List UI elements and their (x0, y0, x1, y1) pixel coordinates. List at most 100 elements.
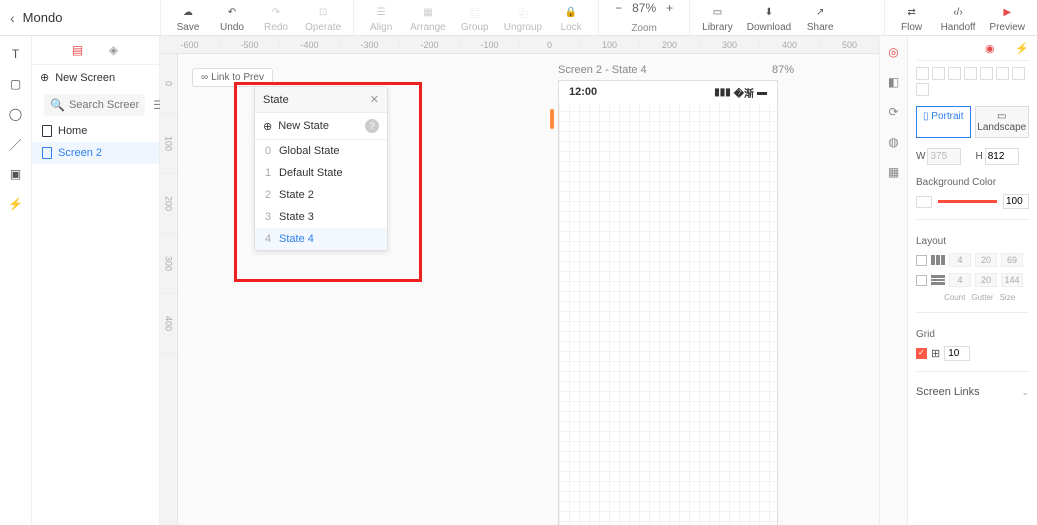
group-icon: ⿴ (467, 4, 483, 20)
canvas[interactable]: -600-500-400-300-200-1000100200300400500… (160, 36, 879, 525)
circle-tool[interactable]: ◯ (8, 106, 24, 122)
save-button[interactable]: ☁Save (173, 2, 203, 33)
artboard-height-indicator[interactable] (550, 109, 554, 129)
distribute-v-icon[interactable] (916, 83, 929, 96)
lock-button[interactable]: 🔒Lock (556, 2, 586, 33)
new-state-button[interactable]: ⊕New State? (255, 113, 387, 140)
align-left-icon[interactable] (916, 67, 929, 80)
cols-count[interactable] (949, 253, 971, 267)
download-button[interactable]: ⬇Download (747, 2, 791, 33)
rows-checkbox[interactable] (916, 275, 927, 286)
height-input[interactable] (985, 148, 1019, 165)
rows-count[interactable] (949, 273, 971, 287)
opacity-slider[interactable] (938, 200, 997, 203)
rows-gutter[interactable] (975, 273, 997, 287)
horizontal-ruler: -600-500-400-300-200-1000100200300400500 (160, 36, 879, 54)
handoff-icon: ‹/› (950, 4, 966, 20)
flow-icon: ⇄ (904, 4, 920, 20)
refresh-icon[interactable]: ⟳ (886, 104, 902, 120)
image-tool[interactable]: ▣ (8, 166, 24, 182)
group-button[interactable]: ⿴Group (460, 2, 490, 33)
grid-size-input[interactable] (944, 346, 970, 361)
align-right-icon[interactable] (948, 67, 961, 80)
handoff-button[interactable]: ‹/›Handoff (941, 2, 976, 33)
search-icon: 🔍 (50, 98, 65, 112)
columns-checkbox[interactable] (916, 255, 927, 266)
template-icon[interactable]: ▦ (886, 164, 902, 180)
rectangle-tool[interactable]: ▢ (8, 76, 24, 92)
bg-color-swatch[interactable] (916, 196, 932, 208)
new-screen-button[interactable]: ⊕ New Screen (32, 65, 159, 90)
back-button[interactable]: ‹ (10, 10, 15, 26)
portrait-button[interactable]: ▯ Portrait (916, 106, 971, 138)
state-item-4[interactable]: 4State 4 (255, 228, 387, 250)
zoom-in-button[interactable]: + (666, 1, 673, 15)
cloud-upload-icon: ☁ (180, 4, 196, 20)
opacity-input[interactable] (1003, 194, 1029, 209)
library-icon: ▭ (709, 4, 725, 20)
cube-icon[interactable]: ◧ (886, 74, 902, 90)
flow-button[interactable]: ⇄Flow (897, 2, 927, 33)
state-item-3[interactable]: 3State 3 (255, 206, 387, 228)
rows-size[interactable] (1001, 273, 1023, 287)
state-item-global[interactable]: 0Global State (255, 140, 387, 162)
signal-icon: ▮▮▮ (714, 87, 731, 98)
interaction-tab[interactable]: ⚡ (1015, 42, 1029, 56)
undo-button[interactable]: ↶Undo (217, 2, 247, 33)
line-tool[interactable]: ／ (8, 136, 24, 152)
align-top-icon[interactable] (964, 67, 977, 80)
search-input[interactable] (69, 99, 139, 111)
right-panel: ◉ ⚡ ▯ Portrait ▭ Landscape W H Backgroun… (907, 36, 1037, 525)
inspector-tab[interactable]: ◉ (985, 42, 999, 56)
zoom-control: − 87% + Zoom (598, 0, 689, 35)
status-time: 12:00 (569, 86, 597, 98)
state-item-default[interactable]: 1Default State (255, 162, 387, 184)
screen-links-section[interactable]: Screen Links ⌄ (916, 382, 1029, 402)
close-icon[interactable]: ✕ (370, 93, 379, 106)
grid-checkbox[interactable] (916, 348, 927, 359)
width-input (927, 148, 961, 165)
device-statusbar: 12:00 ▮▮▮�渐▬ (559, 81, 777, 103)
text-tool[interactable]: T (8, 46, 24, 62)
top-toolbar: ‹ Mondo ☁Save ↶Undo ↷Redo ⊡Operate ☰Alig… (0, 0, 1037, 36)
target-icon[interactable]: ◎ (886, 44, 902, 60)
layers-tab[interactable]: ◈ (106, 42, 122, 58)
align-vcenter-icon[interactable] (980, 67, 993, 80)
library-button[interactable]: ▭Library (702, 2, 733, 33)
align-button[interactable]: ☰Align (366, 2, 396, 33)
plus-icon: ⊕ (263, 120, 272, 133)
undo-icon: ↶ (224, 4, 240, 20)
help-icon[interactable]: ? (365, 119, 379, 133)
globe-icon[interactable]: ◍ (886, 134, 902, 150)
operate-icon: ⊡ (315, 4, 331, 20)
screen-item-screen2[interactable]: Screen 2 (32, 142, 159, 164)
align-bottom-icon[interactable] (996, 67, 1009, 80)
redo-button[interactable]: ↷Redo (261, 2, 291, 33)
zoom-value: 87% (632, 1, 656, 15)
interaction-tool[interactable]: ⚡ (8, 196, 24, 212)
search-input-wrap[interactable]: 🔍 (44, 94, 145, 116)
cols-gutter[interactable] (975, 253, 997, 267)
distribute-h-icon[interactable] (1012, 67, 1025, 80)
artboard[interactable]: 12:00 ▮▮▮�渐▬ (558, 80, 778, 525)
grid-icon: ⊞ (931, 347, 940, 360)
ungroup-button[interactable]: ⿻Ungroup (504, 2, 542, 33)
zoom-out-button[interactable]: − (615, 1, 622, 15)
screens-tab[interactable]: ▤ (70, 42, 86, 58)
screen-item-home[interactable]: Home (32, 120, 159, 142)
arrange-button[interactable]: ▦Arrange (410, 2, 446, 33)
operate-button[interactable]: ⊡Operate (305, 2, 341, 33)
share-button[interactable]: ↗Share (805, 2, 835, 33)
plus-icon: ⊕ (40, 71, 49, 84)
preview-button[interactable]: ▶Preview (989, 2, 1025, 33)
tool-rail: T ▢ ◯ ／ ▣ ⚡ (0, 36, 32, 525)
link-to-prev-button[interactable]: ∞Link to Prev (192, 68, 273, 87)
cols-size[interactable] (1001, 253, 1023, 267)
landscape-button[interactable]: ▭ Landscape (975, 106, 1030, 138)
state-item-2[interactable]: 2State 2 (255, 184, 387, 206)
align-hcenter-icon[interactable] (932, 67, 945, 80)
alignment-buttons (916, 67, 1029, 96)
artboard-zoom: 87% (772, 64, 794, 76)
document-icon (42, 147, 52, 159)
left-panel: ▤ ◈ ⊕ New Screen 🔍 ☰ ▦ Home Screen 2 (32, 36, 160, 525)
